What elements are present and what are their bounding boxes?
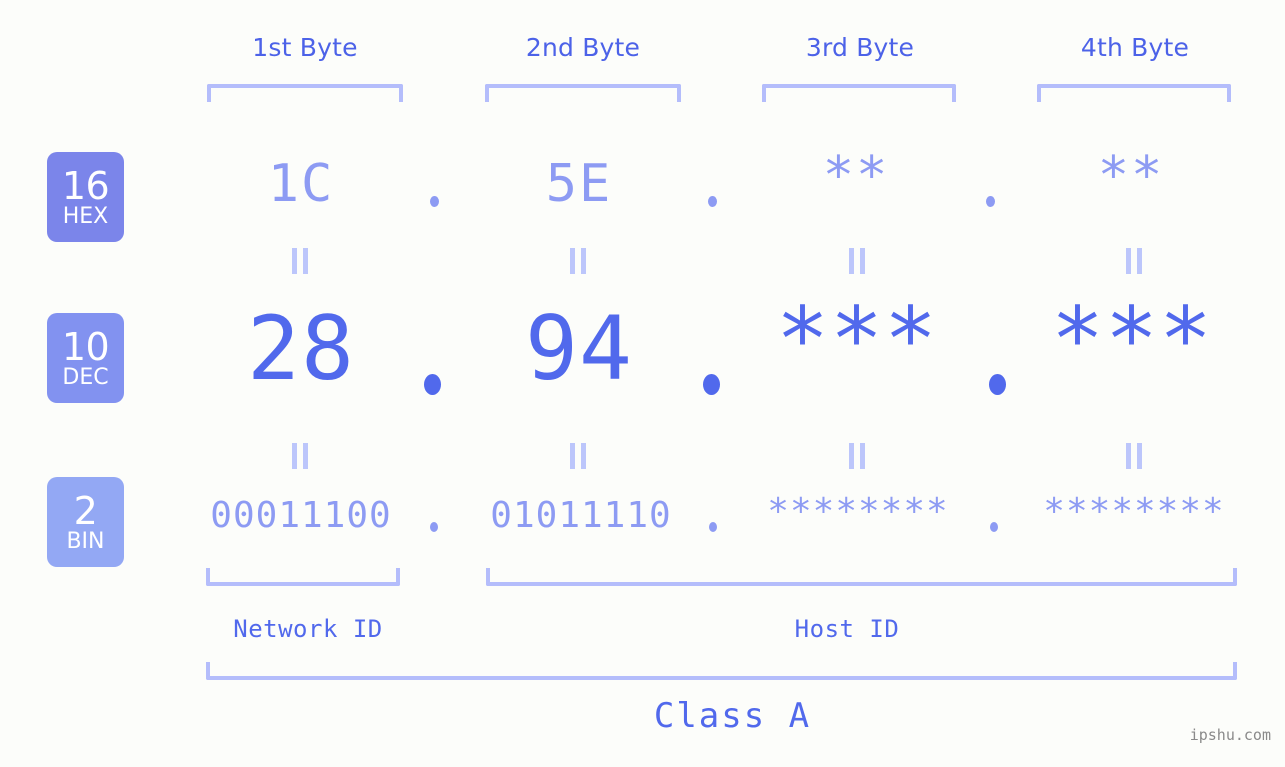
network-id-label: Network ID bbox=[233, 615, 383, 643]
dec-separator-2 bbox=[703, 374, 720, 395]
bin-separator-1 bbox=[430, 522, 438, 532]
equals-marker-dec-bin-1 bbox=[292, 443, 309, 469]
hex-byte-2: 5E bbox=[545, 154, 613, 214]
hex-separator-3 bbox=[986, 196, 995, 207]
hex-separator-1 bbox=[430, 196, 439, 207]
radix-badge-hex: 16 HEX bbox=[47, 152, 124, 242]
byte-bracket-4 bbox=[1037, 84, 1231, 102]
dec-byte-3: *** bbox=[776, 288, 938, 391]
bin-separator-3 bbox=[990, 522, 998, 532]
bin-separator-2 bbox=[709, 522, 717, 532]
bin-byte-3: ******** bbox=[767, 491, 949, 532]
byte-header-2: 2nd Byte bbox=[525, 33, 641, 62]
dec-separator-1 bbox=[424, 374, 441, 395]
equals-marker-dec-bin-4 bbox=[1126, 443, 1143, 469]
host-id-bracket bbox=[486, 568, 1237, 586]
radix-badge-dec-label: DEC bbox=[62, 364, 109, 390]
radix-badge-hex-label: HEX bbox=[62, 203, 109, 229]
equals-marker-dec-bin-3 bbox=[849, 443, 866, 469]
class-label: Class A bbox=[653, 696, 812, 736]
hex-byte-1: 1C bbox=[267, 154, 335, 214]
ip-byte-breakdown-diagram: 1st Byte 2nd Byte 3rd Byte 4th Byte 16 H… bbox=[0, 0, 1285, 767]
radix-badge-hex-number: 16 bbox=[61, 163, 110, 208]
bin-byte-2: 01011110 bbox=[490, 495, 672, 536]
dec-byte-1: 28 bbox=[247, 297, 355, 400]
byte-header-3: 3rd Byte bbox=[805, 33, 915, 62]
host-id-label: Host ID bbox=[794, 615, 900, 643]
byte-bracket-2 bbox=[485, 84, 681, 102]
hex-byte-4: ** bbox=[1097, 146, 1165, 206]
class-bracket bbox=[206, 662, 1237, 680]
equals-marker-hex-dec-2 bbox=[570, 248, 587, 274]
equals-marker-dec-bin-2 bbox=[570, 443, 587, 469]
dec-byte-2: 94 bbox=[525, 297, 633, 400]
dec-separator-3 bbox=[989, 374, 1006, 395]
radix-badge-dec: 10 DEC bbox=[47, 313, 124, 403]
equals-marker-hex-dec-4 bbox=[1126, 248, 1143, 274]
radix-badge-bin-number: 2 bbox=[73, 488, 98, 533]
radix-badge-bin: 2 BIN bbox=[47, 477, 124, 567]
radix-badge-bin-label: BIN bbox=[66, 528, 105, 554]
hex-byte-3: ** bbox=[822, 146, 890, 206]
dec-byte-4: *** bbox=[1051, 288, 1213, 391]
byte-bracket-3 bbox=[762, 84, 956, 102]
site-watermark: ipshu.com bbox=[1189, 726, 1271, 744]
byte-bracket-1 bbox=[207, 84, 403, 102]
network-id-bracket bbox=[206, 568, 400, 586]
hex-separator-2 bbox=[708, 196, 717, 207]
bin-byte-4: ******** bbox=[1043, 491, 1225, 532]
byte-header-4: 4th Byte bbox=[1080, 33, 1190, 62]
equals-marker-hex-dec-3 bbox=[849, 248, 866, 274]
radix-badge-dec-number: 10 bbox=[61, 324, 110, 369]
byte-header-1: 1st Byte bbox=[252, 33, 358, 62]
bin-byte-1: 00011100 bbox=[210, 495, 392, 536]
equals-marker-hex-dec-1 bbox=[292, 248, 309, 274]
